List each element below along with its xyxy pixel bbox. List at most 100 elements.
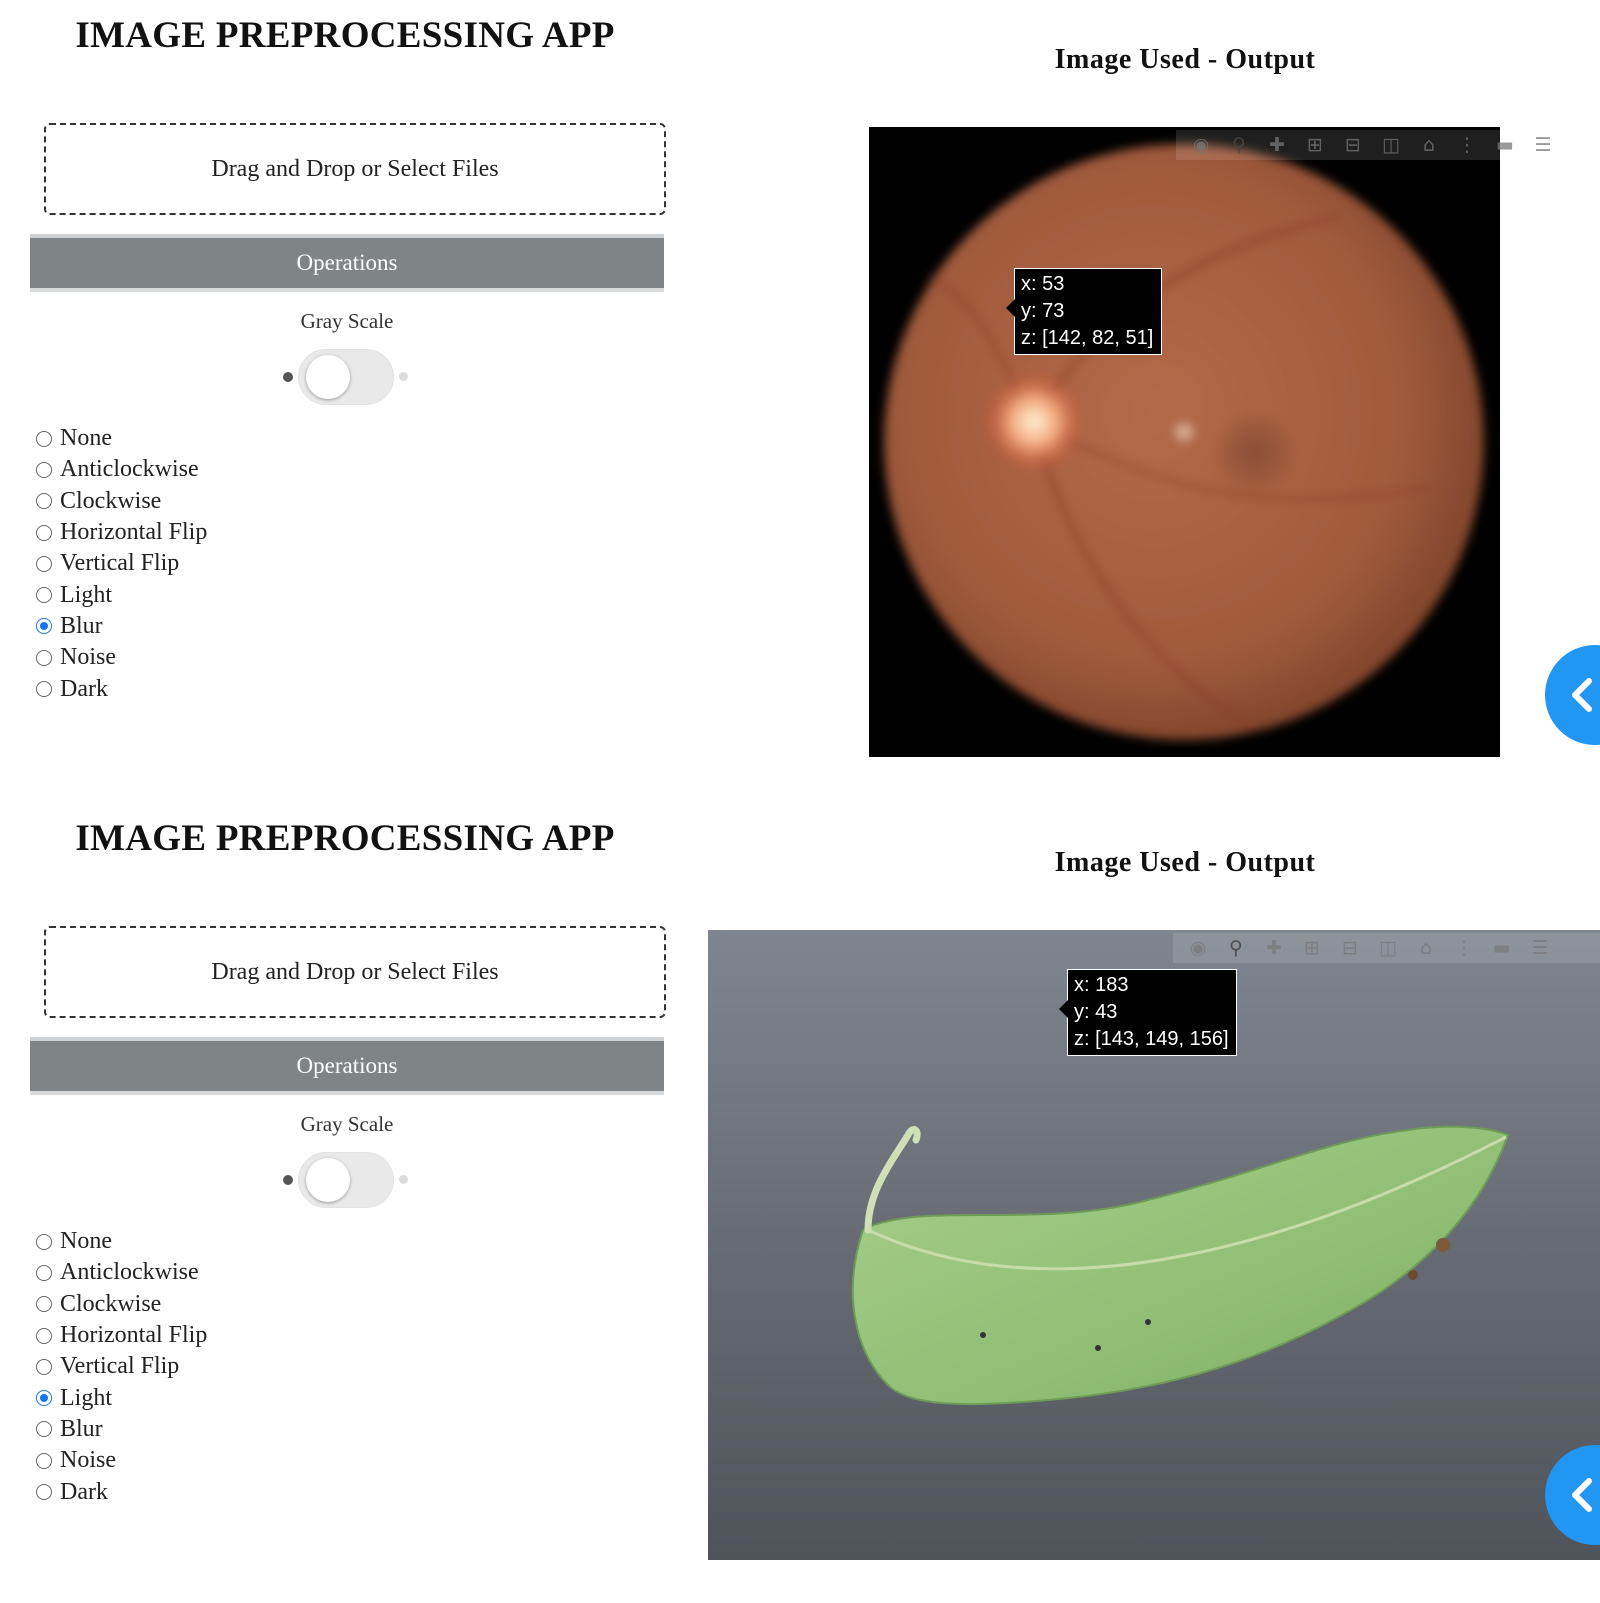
gray-scale-toggle[interactable] bbox=[298, 349, 394, 405]
operation-radio-group: None Anticlockwise Clockwise Horizontal Fli… bbox=[36, 423, 207, 705]
hover-z: z: [142, 82, 51] bbox=[1021, 327, 1154, 349]
radio-label: Clockwise bbox=[60, 1290, 162, 1317]
radio-label: None bbox=[60, 1228, 112, 1255]
radio-option-none[interactable]: None bbox=[36, 1226, 207, 1257]
radio-button[interactable] bbox=[36, 1233, 52, 1250]
gray-scale-toggle[interactable] bbox=[298, 1152, 394, 1208]
radio-option-dark[interactable]: Dark bbox=[36, 1476, 207, 1507]
radio-option-blur[interactable]: Blur bbox=[36, 611, 207, 642]
radio-label: Vertical Flip bbox=[60, 1353, 180, 1380]
radio-option-horizontal-flip[interactable]: Horizontal Flip bbox=[36, 1320, 207, 1351]
output-title: Image Used - Output bbox=[1054, 847, 1316, 878]
hover-x: x: 53 bbox=[1021, 273, 1065, 295]
radio-button[interactable] bbox=[36, 1264, 52, 1281]
hover-closest-icon[interactable]: ▬ bbox=[1486, 130, 1524, 160]
reset-axes-icon[interactable]: ⌂ bbox=[1410, 130, 1448, 160]
operation-radio-group: None Anticlockwise Clockwise Horizontal Fli… bbox=[36, 1226, 207, 1508]
radio-option-horizontal-flip[interactable]: Horizontal Flip bbox=[36, 517, 207, 548]
operations-header: Operations bbox=[30, 1037, 664, 1095]
radio-button[interactable] bbox=[36, 461, 52, 478]
radio-button[interactable] bbox=[36, 555, 52, 572]
pan-icon[interactable]: ✚ bbox=[1255, 933, 1293, 963]
radio-option-noise[interactable]: Noise bbox=[36, 1445, 207, 1476]
radio-button[interactable] bbox=[36, 1327, 52, 1344]
radio-button[interactable] bbox=[36, 681, 52, 698]
radio-option-clockwise[interactable]: Clockwise bbox=[36, 1289, 207, 1320]
app-panel-bottom: IMAGE PREPROCESSING APP Drag and Drop or… bbox=[0, 803, 1600, 1603]
zoom-icon[interactable]: ⚲ bbox=[1220, 130, 1258, 160]
hover-compare-icon[interactable]: ☰ bbox=[1521, 933, 1559, 963]
reset-axes-icon[interactable]: ⌂ bbox=[1407, 933, 1445, 963]
radio-option-none[interactable]: None bbox=[36, 423, 207, 454]
radio-label: Horizontal Flip bbox=[60, 1322, 208, 1349]
toggle-knob bbox=[306, 355, 350, 399]
toggle-on-indicator bbox=[399, 1175, 408, 1184]
radio-option-blur[interactable]: Blur bbox=[36, 1414, 207, 1445]
radio-label: Clockwise bbox=[60, 487, 162, 514]
radio-label: Light bbox=[60, 581, 112, 608]
output-title: Image Used - Output bbox=[1054, 44, 1316, 75]
toggle-off-indicator bbox=[283, 1175, 293, 1185]
graph-modebar: ◉ ⚲ ✚ ⊞ ⊟ ◫ ⌂ ⋮ ▬ ☰ bbox=[1176, 130, 1600, 160]
file-upload-dropzone[interactable]: Drag and Drop or Select Files bbox=[44, 123, 666, 215]
gray-scale-label: Gray Scale bbox=[300, 1112, 394, 1136]
radio-option-noise[interactable]: Noise bbox=[36, 642, 207, 673]
radio-option-clockwise[interactable]: Clockwise bbox=[36, 486, 207, 517]
spike-lines-icon[interactable]: ⋮ bbox=[1445, 933, 1483, 963]
collapse-sidebar-button[interactable] bbox=[1545, 645, 1600, 745]
zoom-in-icon[interactable]: ⊞ bbox=[1296, 130, 1334, 160]
radio-button[interactable] bbox=[36, 1484, 52, 1501]
radio-label: Blur bbox=[60, 612, 103, 639]
radio-option-light[interactable]: Light bbox=[36, 1382, 207, 1413]
camera-icon[interactable]: ◉ bbox=[1179, 933, 1217, 963]
radio-button[interactable] bbox=[36, 1390, 52, 1407]
output-image-graph[interactable] bbox=[869, 127, 1500, 757]
zoom-in-icon[interactable]: ⊞ bbox=[1293, 933, 1331, 963]
zoom-icon[interactable]: ⚲ bbox=[1217, 933, 1255, 963]
radio-option-vertical-flip[interactable]: Vertical Flip bbox=[36, 548, 207, 579]
spike-lines-icon[interactable]: ⋮ bbox=[1448, 130, 1486, 160]
radio-label: Dark bbox=[60, 1478, 108, 1505]
operations-header: Operations bbox=[30, 234, 664, 292]
radio-button[interactable] bbox=[36, 649, 52, 666]
radio-option-dark[interactable]: Dark bbox=[36, 673, 207, 704]
hover-compare-icon[interactable]: ☰ bbox=[1524, 130, 1562, 160]
gray-scale-label: Gray Scale bbox=[300, 309, 394, 333]
app-panel-top: IMAGE PREPROCESSING APP Drag and Drop or… bbox=[0, 0, 1600, 800]
radio-button[interactable] bbox=[36, 524, 52, 541]
camera-icon[interactable]: ◉ bbox=[1182, 130, 1220, 160]
radio-option-light[interactable]: Light bbox=[36, 579, 207, 610]
radio-label: Dark bbox=[60, 675, 108, 702]
file-upload-dropzone[interactable]: Drag and Drop or Select Files bbox=[44, 926, 666, 1018]
zoom-out-icon[interactable]: ⊟ bbox=[1331, 933, 1369, 963]
hover-closest-icon[interactable]: ▬ bbox=[1483, 933, 1521, 963]
radio-label: Horizontal Flip bbox=[60, 519, 208, 546]
zoom-out-icon[interactable]: ⊟ bbox=[1334, 130, 1372, 160]
hover-y: y: 43 bbox=[1074, 1001, 1118, 1023]
radio-button[interactable] bbox=[36, 1358, 52, 1375]
app-title: IMAGE PREPROCESSING APP bbox=[75, 818, 615, 859]
radio-option-vertical-flip[interactable]: Vertical Flip bbox=[36, 1351, 207, 1382]
radio-button[interactable] bbox=[36, 493, 52, 510]
radio-label: Anticlockwise bbox=[60, 456, 199, 483]
radio-label: Light bbox=[60, 1384, 112, 1411]
radio-option-anticlockwise[interactable]: Anticlockwise bbox=[36, 1257, 207, 1288]
pan-icon[interactable]: ✚ bbox=[1258, 130, 1296, 160]
radio-button[interactable] bbox=[36, 587, 52, 604]
autoscale-icon[interactable]: ◫ bbox=[1372, 130, 1410, 160]
radio-option-anticlockwise[interactable]: Anticlockwise bbox=[36, 454, 207, 485]
radio-label: Noise bbox=[60, 644, 116, 671]
chevron-left-icon bbox=[1572, 678, 1592, 712]
radio-button[interactable] bbox=[36, 618, 52, 635]
radio-button[interactable] bbox=[36, 430, 52, 447]
pixel-hover-tooltip: x: 183 y: 43 z: [143, 149, 156] bbox=[1059, 969, 1237, 1056]
radio-button[interactable] bbox=[36, 1296, 52, 1313]
radio-label: None bbox=[60, 425, 112, 452]
graph-modebar: ◉ ⚲ ✚ ⊞ ⊟ ◫ ⌂ ⋮ ▬ ☰ bbox=[1173, 933, 1600, 963]
radio-button[interactable] bbox=[36, 1452, 52, 1469]
hover-z: z: [143, 149, 156] bbox=[1074, 1028, 1229, 1050]
toggle-knob bbox=[306, 1158, 350, 1202]
radio-button[interactable] bbox=[36, 1421, 52, 1438]
app-title: IMAGE PREPROCESSING APP bbox=[75, 15, 615, 56]
autoscale-icon[interactable]: ◫ bbox=[1369, 933, 1407, 963]
